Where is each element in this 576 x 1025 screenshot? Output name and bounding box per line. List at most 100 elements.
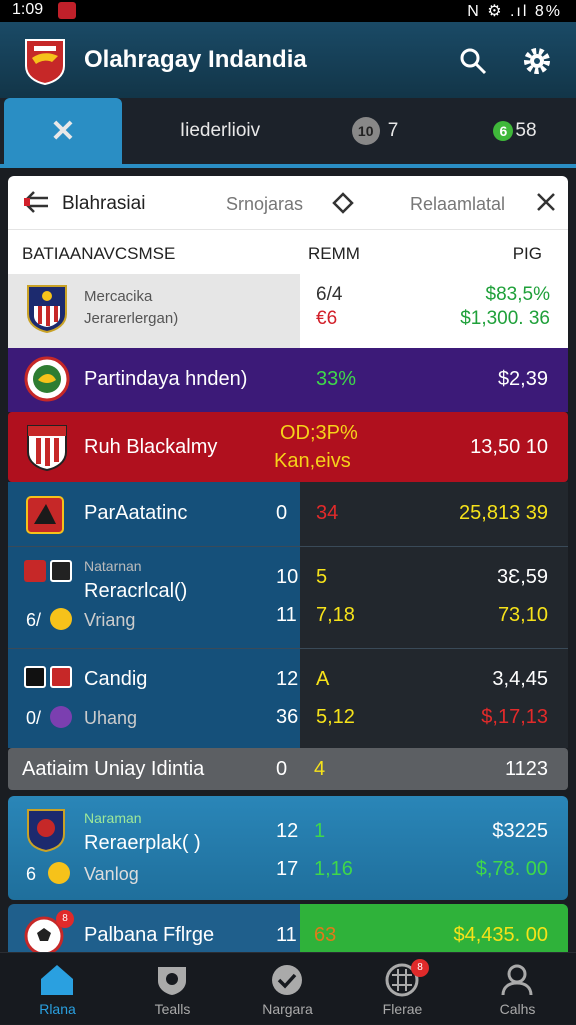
bottom-nav: Rlana Tealls Nargara 8 Flerae Calhs	[0, 952, 576, 1024]
tab-details[interactable]: Iiederlioiv	[140, 98, 300, 164]
card-right-label[interactable]: Relaamlatal	[410, 194, 505, 215]
diamond-icon[interactable]	[332, 192, 354, 214]
team-name: Partindaya hnden)	[84, 368, 248, 390]
tab-close[interactable]: ✕	[4, 98, 122, 164]
tab-bar: ✕ Iiederlioiv 10 7 6 58	[0, 98, 576, 168]
team-name[interactable]: ParAatatinc	[84, 502, 187, 525]
status-bar: 1:09 N ⚙ .ıl 8%	[0, 0, 576, 22]
nav-calhs[interactable]: Calhs	[460, 953, 575, 1025]
row-price-1: $83,5%	[485, 284, 550, 305]
section-row[interactable]: Aatiaim Uniay Idintia 0 4 1123	[8, 748, 568, 790]
row-sub-prefix: 6	[26, 864, 37, 884]
card-title: Blahrasiai	[62, 193, 146, 214]
team-crest-icon	[24, 356, 70, 402]
back-arrow-icon[interactable]	[22, 190, 50, 214]
row-line-1: Mercacika	[84, 288, 153, 305]
nav-label: Nargara	[262, 1001, 313, 1017]
team-name[interactable]: Reracrlcal()	[84, 580, 187, 603]
nav-home[interactable]: Rlana	[0, 953, 115, 1025]
row-value-1: 6/4	[316, 284, 343, 305]
app-title: Olahragay Indandia	[84, 46, 307, 73]
odds-line-1: OD;3P%	[280, 422, 358, 444]
team-crest-icon	[27, 809, 65, 853]
team-crest-icon	[24, 560, 46, 582]
match-list: ParAatatinc 0 34 25,813 39 Natarnan Rera…	[8, 482, 568, 748]
tab-live[interactable]: 6 58	[470, 98, 560, 164]
team-n: 36	[276, 706, 299, 728]
section-price: 1123	[504, 758, 548, 780]
team-n: 10	[276, 566, 299, 588]
team-v: 1,16	[314, 858, 353, 880]
team-v: 7,18	[316, 604, 355, 626]
nav-label: Rlana	[39, 1001, 76, 1017]
nav-nargara[interactable]: Nargara	[230, 953, 345, 1025]
team-price: 25,813 39	[459, 502, 548, 524]
shield-icon	[158, 967, 186, 995]
live-badge: 6	[493, 121, 514, 141]
team-row[interactable]: Ruh Blackalmy OD;3P% Kan,eivs 13,50 10	[8, 412, 568, 482]
team-n: 17	[276, 858, 299, 880]
row-sub-prefix: 0/	[26, 708, 42, 728]
count-badge: 10	[351, 117, 380, 145]
team-v: A	[316, 668, 330, 690]
tab-label: 58	[515, 120, 537, 141]
match-row[interactable]: 8 Palbana Fflrge 11 63 $4,435. 00	[8, 904, 568, 956]
odds-line-2: Kan,eivs	[274, 450, 351, 472]
row-top-label: Naraman	[84, 810, 142, 826]
divider	[8, 546, 568, 547]
team-price: $4,435. 00	[453, 924, 548, 946]
nav-flerae[interactable]: 8 Flerae	[345, 953, 460, 1025]
team-price: 3Ɛ,59	[496, 566, 548, 588]
team-v: 63	[314, 924, 337, 946]
team-v: 5	[316, 566, 328, 588]
app-logo-icon	[25, 39, 65, 86]
nav-tealls[interactable]: Tealls	[115, 953, 230, 1025]
column-header-remm: REMM	[308, 244, 360, 263]
team-crest-icon	[27, 425, 67, 472]
gear-icon[interactable]	[522, 46, 552, 76]
row-sub: Vanlog	[84, 864, 139, 884]
team-name[interactable]: Candig	[84, 668, 147, 691]
app-bar: Olahragay Indandia	[0, 22, 576, 98]
team-n: 12	[276, 820, 299, 842]
team-n: 12	[276, 668, 299, 690]
team-crest-icon	[26, 496, 64, 534]
team-name: Palbana Fflrge	[84, 924, 215, 946]
team-crest-icon	[50, 666, 72, 688]
team-row[interactable]: Partindaya hnden) 33% $2,39	[8, 348, 568, 412]
tab-count[interactable]: 10 7	[330, 98, 420, 164]
nav-label: Flerae	[382, 1001, 423, 1017]
team-name: Reraerplak( )	[84, 832, 201, 854]
notification-icon	[58, 2, 76, 19]
team-n: 0	[276, 502, 288, 524]
team-crest-icon	[50, 608, 72, 630]
team-v: 5,12	[316, 706, 355, 728]
notification-badge: 8	[56, 910, 74, 928]
search-icon[interactable]	[458, 46, 488, 76]
section-n: 0	[276, 758, 288, 780]
card-subtitle[interactable]: Srnojaras	[226, 194, 303, 215]
row-sub-prefix: 6/	[26, 610, 42, 630]
team-price: $3225	[492, 820, 548, 842]
divider	[8, 648, 568, 649]
team-n: 11	[276, 924, 297, 946]
team-price: $,78. 00	[475, 858, 548, 880]
close-icon: ✕	[50, 114, 76, 148]
team-v: 1	[314, 820, 326, 842]
team-price: 73,10	[497, 604, 548, 626]
team-pct: 33%	[316, 368, 357, 390]
team-crest-icon	[50, 560, 72, 582]
tab-label: 7	[387, 120, 399, 141]
team-price: 13,50 10	[470, 436, 548, 458]
status-icons: N ⚙ .ıl 8%	[467, 3, 562, 20]
detail-card: Blahrasiai Srnojaras Relaamlatal BATIAAN…	[8, 176, 568, 348]
row-line-2: Jerarerlergan)	[84, 310, 179, 327]
nav-label: Tealls	[154, 1001, 191, 1017]
user-icon	[501, 964, 533, 996]
nav-label: Calhs	[499, 1001, 536, 1017]
team-crest-icon	[24, 666, 46, 688]
match-row[interactable]: Naraman Reraerplak( ) 6 Vanlog 12 17 1 1…	[8, 796, 568, 900]
close-icon[interactable]	[534, 190, 558, 214]
row-sub: Vriang	[84, 610, 136, 630]
team-n: 11	[276, 604, 297, 626]
